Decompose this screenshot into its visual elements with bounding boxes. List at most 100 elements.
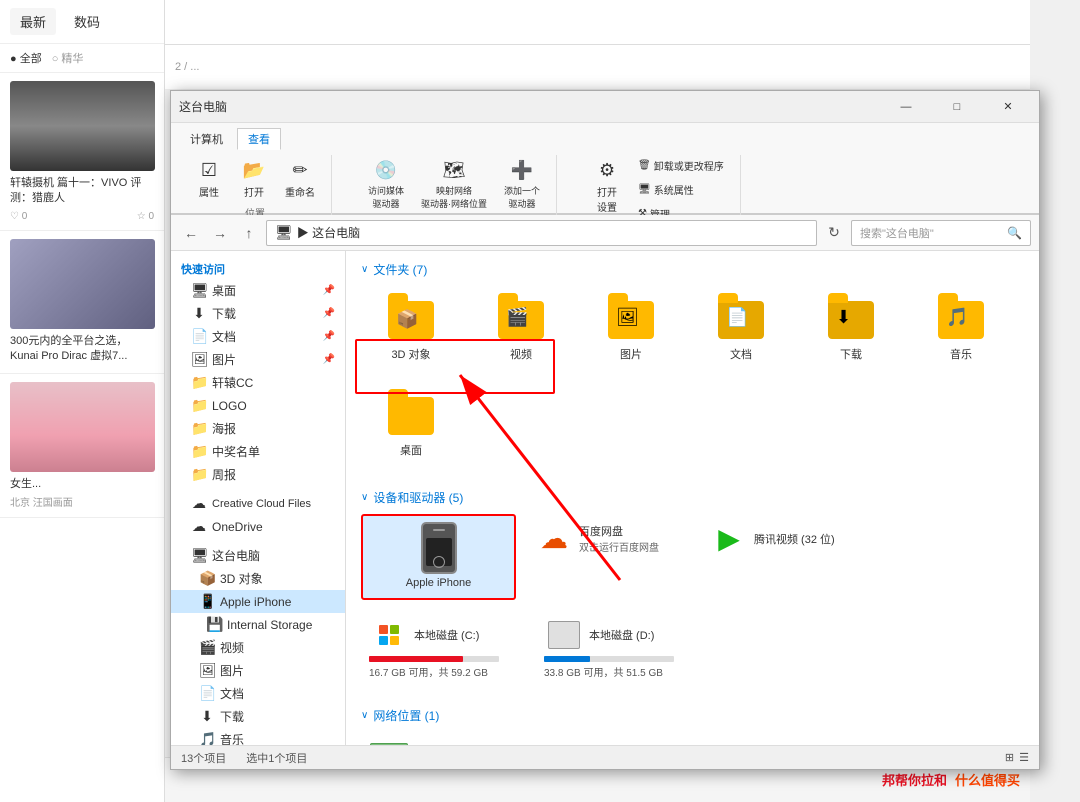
- filter-all[interactable]: ● 全部: [10, 50, 42, 66]
- baidu-label: 百度网盘: [579, 523, 659, 539]
- refresh-button[interactable]: ↻: [822, 221, 846, 245]
- ribbon-btn-map-drive[interactable]: 🗺 映射网络驱动器·网络位置: [415, 155, 493, 213]
- article-item-2[interactable]: 300元内的全平台之选，Kunai Pro Dirac 虚拟7...: [0, 231, 164, 374]
- window-title: 这台电脑: [179, 98, 227, 115]
- sidebar-item-music[interactable]: 🎵 音乐: [171, 728, 345, 745]
- ribbon-btn-access-media-label: 访问媒体驱动器: [368, 184, 404, 210]
- close-button[interactable]: ✕: [985, 91, 1031, 123]
- folder-downloads[interactable]: ⬇ 下载: [801, 286, 901, 372]
- device-drive-c[interactable]: 本地磁盘 (C:) 16.7 GB 可用，共 59.2 GB: [361, 610, 526, 687]
- maximize-button[interactable]: □: [934, 91, 980, 123]
- device-tencent-video[interactable]: ▶ 腾讯视频 (32 位): [701, 514, 866, 600]
- ribbon-btn-access-media[interactable]: 💿 访问媒体驱动器: [362, 155, 410, 213]
- device-iphone-label: Apple iPhone: [406, 576, 471, 590]
- sidebar-item-downloads2[interactable]: ⬇ 下载: [171, 705, 345, 728]
- view-icon-list[interactable]: ☰: [1019, 751, 1029, 764]
- network-drive-z[interactable]: (Z:) 408 GB 可用，共 931 GB: [361, 732, 526, 745]
- ribbon-group-system: ⚙ 打开设置 🗑 卸载或更改程序 🖥 系统属性 ⚒: [577, 155, 741, 220]
- up-button[interactable]: ↑: [237, 221, 261, 245]
- view-icon-tiles[interactable]: ⊞: [1005, 751, 1014, 764]
- article-thumb-3: [10, 382, 155, 472]
- drive-d-label: 本地磁盘 (D:): [589, 627, 654, 643]
- sidebar-item-winner-label: 中奖名单: [212, 443, 260, 460]
- sidebar-item-documents[interactable]: 📄 文档 📌: [171, 325, 345, 348]
- tab-latest[interactable]: 最新: [10, 8, 56, 35]
- ribbon-btn-uninstall[interactable]: 🗑 卸载或更改程序: [632, 155, 730, 176]
- article-date-3: 北京 汪国画面: [10, 494, 154, 509]
- device-apple-iphone[interactable]: Apple iPhone: [361, 514, 516, 600]
- folder-music[interactable]: 🎵 音乐: [911, 286, 1011, 372]
- ribbon-btn-settings[interactable]: ⚙ 打开设置: [587, 155, 627, 217]
- network-grid: (Z:) 408 GB 可用，共 931 GB: [361, 732, 1024, 745]
- sidebar-item-downloads[interactable]: ⬇ 下载 📌: [171, 302, 345, 325]
- sidebar-item-weekly[interactable]: 📁 周报: [171, 463, 345, 486]
- sidebar-item-poster[interactable]: 📁 海报: [171, 417, 345, 440]
- iphone-sidebar-icon: 📱: [199, 593, 215, 610]
- article-item-3[interactable]: 女生... 北京 汪国画面: [0, 374, 164, 518]
- sidebar-item-pictures[interactable]: 🖼 图片 📌: [171, 348, 345, 371]
- ribbon-tab-view[interactable]: 查看: [237, 128, 281, 150]
- sidebar-item-videos[interactable]: 🎬 视频: [171, 636, 345, 659]
- sidebar-item-videos-label: 视频: [220, 639, 244, 656]
- ribbon-btn-add-drive[interactable]: ➕ 添加一个驱动器: [498, 155, 546, 213]
- sidebar-item-downloads-label: 下载: [212, 305, 236, 322]
- sidebar-item-internal-storage[interactable]: 💾 Internal Storage: [171, 613, 345, 636]
- article-stars-1: ☆ 0: [137, 211, 154, 222]
- address-input[interactable]: 🖥 ▶ 这台电脑: [266, 220, 817, 246]
- forward-button[interactable]: →: [208, 221, 232, 245]
- folder-3d-objects[interactable]: 📦 3D 对象: [361, 286, 461, 372]
- status-selected: 选中1个项目: [246, 750, 307, 766]
- ribbon-btn-sys-props[interactable]: 🖥 系统属性: [632, 179, 730, 200]
- documents-icon: 📄: [191, 328, 207, 345]
- sidebar-item-3dobjects[interactable]: 📦 3D 对象: [171, 567, 345, 590]
- search-box[interactable]: 搜索"这台电脑" 🔍: [851, 220, 1031, 246]
- filter-featured[interactable]: ○ 精华: [52, 50, 84, 66]
- ribbon-group-location: ☑ 属性 📂 打开 ✏ 重命名 位置: [179, 155, 332, 220]
- device-baidu-disk[interactable]: ☁ 百度网盘 双击运行百度网盘: [526, 514, 691, 600]
- sidebar-item-documents2[interactable]: 📄 文档: [171, 682, 345, 705]
- folder-documents[interactable]: 📄 文档: [691, 286, 791, 372]
- website-left-header: 最新 数码: [0, 0, 164, 44]
- sidebar-item-winner[interactable]: 📁 中奖名单: [171, 440, 345, 463]
- pictures-icon: 🖼: [191, 351, 207, 368]
- device-drive-d[interactable]: 本地磁盘 (D:) 33.8 GB 可用，共 51.5 GB: [536, 610, 701, 687]
- pin-icon-docs: 📌: [323, 331, 335, 342]
- window-controls: — □ ✕: [883, 91, 1031, 123]
- sidebar-item-this-pc[interactable]: 🖥 这台电脑: [171, 544, 345, 567]
- minimize-button[interactable]: —: [883, 91, 929, 123]
- windows-logo-c: [379, 625, 399, 645]
- folder-videos[interactable]: 🎬 视频: [471, 286, 571, 372]
- ribbon-tab-computer[interactable]: 计算机: [179, 128, 234, 150]
- folders-grid: 📦 3D 对象 🎬 视频: [361, 286, 1024, 469]
- add-drive-icon: ➕: [510, 158, 534, 182]
- music-icon: 🎵: [199, 731, 215, 745]
- article-likes-1: ♡ 0: [10, 211, 27, 222]
- folder-icon-winner: 📁: [191, 443, 207, 460]
- tab-digital[interactable]: 数码: [64, 8, 110, 35]
- folder-pictures[interactable]: 🖼 图片: [581, 286, 681, 372]
- sidebar-item-apple-iphone[interactable]: 📱 Apple iPhone: [171, 590, 345, 613]
- folder-downloads-label: 下载: [840, 348, 862, 362]
- folder-videos-icon: 🎬: [493, 296, 549, 344]
- sidebar-item-music-label: 音乐: [220, 731, 244, 745]
- tencent-header: ▶ 腾讯视频 (32 位): [709, 522, 858, 556]
- article-item-1[interactable]: 轩辕摄机 篇十一：VIVO 评测：猎鹿人 ♡ 0 ☆ 0: [0, 73, 164, 231]
- ribbon-btn-open[interactable]: 📂 打开: [234, 155, 274, 202]
- sidebar-item-pictures2[interactable]: 🖼 图片: [171, 659, 345, 682]
- folder-desktop[interactable]: 桌面: [361, 382, 461, 468]
- baidu-sublabel: 双击运行百度网盘: [579, 539, 659, 554]
- ribbon-btn-rename[interactable]: ✏ 重命名: [279, 155, 321, 202]
- folder-documents-icon: 📄: [713, 296, 769, 344]
- sidebar-item-creative-cloud[interactable]: ☁ Creative Cloud Files: [171, 492, 345, 515]
- sidebar-item-desktop-label: 桌面: [212, 282, 236, 299]
- back-button[interactable]: ←: [179, 221, 203, 245]
- sidebar-item-xuanyuan[interactable]: 📁 轩辕CC: [171, 371, 345, 394]
- sidebar-item-logo[interactable]: 📁 LOGO: [171, 394, 345, 417]
- creative-cloud-icon: ☁: [191, 495, 207, 512]
- sidebar-item-this-pc-label: 这台电脑: [212, 547, 260, 564]
- sidebar-item-onedrive[interactable]: ☁ OneDrive: [171, 515, 345, 538]
- sidebar-item-desktop[interactable]: 🖥 桌面 📌: [171, 279, 345, 302]
- ribbon-btn-properties[interactable]: ☑ 属性: [189, 155, 229, 202]
- devices-grid: Apple iPhone ☁ 百度网盘 双击运行百度网盘: [361, 514, 1024, 687]
- drive-d-info: 本地磁盘 (D:): [589, 627, 654, 643]
